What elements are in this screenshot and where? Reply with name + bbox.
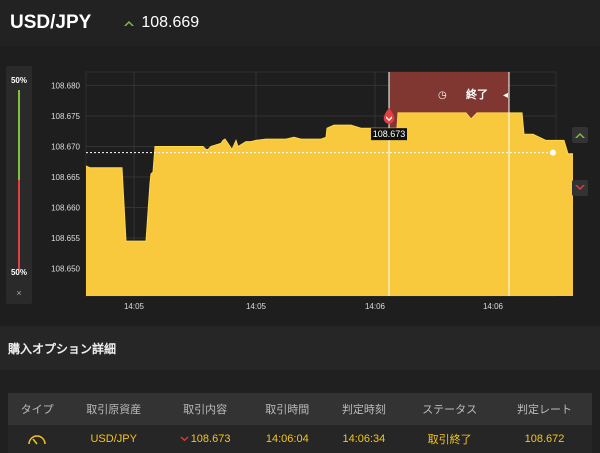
cell-judge-time: 14:06:34 [325,425,403,453]
current-price-dot [550,149,556,156]
x-tick-label: 14:05 [246,302,267,311]
col-asset: 取引原資産 [66,393,162,425]
y-tick-label: 108.675 [51,112,80,121]
y-axis-ticks: 108.680 108.675 108.670 108.665 108.660 108.6… [51,81,80,273]
y-tick-label: 108.670 [51,142,80,151]
cell-asset: USD/JPY [66,425,162,453]
y-tick-label: 108.655 [51,234,80,243]
options-table: タイプ 取引原資産 取引内容 取引時間 判定時刻 ステータス 判定レート USD… [8,393,592,453]
col-judge-rate: 判定レート [497,393,592,425]
currency-pair-title: USD/JPY [10,12,92,33]
low-button[interactable] [572,180,588,196]
y-tick-label: 108.650 [51,265,80,274]
x-tick-label: 14:05 [124,302,145,311]
down-chevron-icon [179,436,189,441]
y-tick-label: 108.665 [51,173,80,182]
down-chevron-icon [575,185,585,190]
y-tick-label: 108.680 [51,81,80,90]
current-price: 108.669 [141,14,200,31]
cell-content: 108.673 [190,433,231,445]
table-header-row: タイプ 取引原資産 取引内容 取引時間 判定時刻 ステータス 判定レート [8,393,592,425]
up-chevron-icon [575,133,585,138]
gauge-icon [28,435,46,445]
cell-judge-rate: 108.672 [497,425,592,453]
clock-icon: ◷ [438,90,447,101]
col-judge-time: 判定時刻 [325,393,403,425]
price-chart: 108.680 108.675 108.670 108.665 108.660 108.6… [51,71,573,311]
price-up-icon [123,17,135,29]
col-trade-time: 取引時間 [249,393,326,425]
entry-price-label: 108.673 [373,129,406,139]
header: USD/JPY 108.669 [0,0,600,46]
purchase-options-header: 購入オプション詳細 [0,326,600,370]
cell-status: 取引終了 [402,425,498,453]
col-status: ステータス [402,393,498,425]
cell-trade-time: 14:06:04 [249,425,326,453]
y-tick-label: 108.660 [51,203,80,212]
x-axis-ticks: 14:05 14:05 14:06 14:06 [124,302,504,311]
x-tick-label: 14:06 [365,302,386,311]
high-button[interactable] [572,127,588,143]
arrow-left-icon: ◂ [503,90,508,101]
expiry-label-text: 終了 [466,87,488,101]
x-tick-label: 14:06 [483,302,504,311]
col-content: 取引内容 [161,393,249,425]
table-row[interactable]: USD/JPY 108.673 14:06:04 14:06:34 取引終了 1… [8,425,592,453]
section-title: 購入オプション詳細 [8,341,117,356]
col-type: タイプ [8,393,67,425]
